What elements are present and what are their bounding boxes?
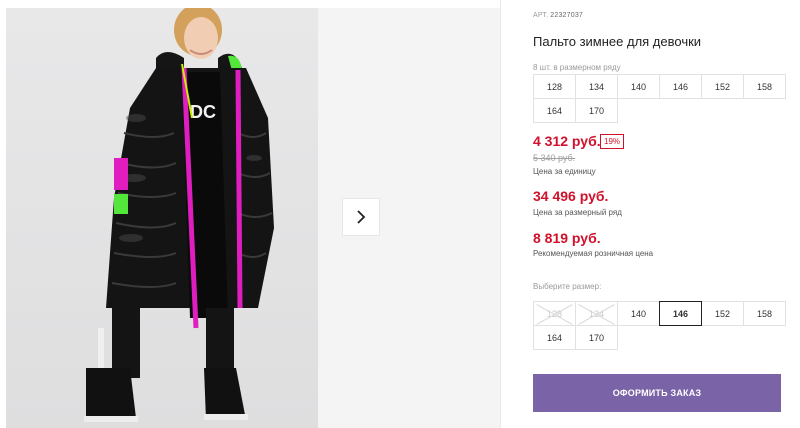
product-page: DC АРТ. 22327037 Пальто зимнее для девоч…: [0, 0, 800, 428]
article-label: АРТ.: [533, 12, 549, 19]
size-option[interactable]: 158: [743, 301, 786, 326]
size-option: 128: [533, 301, 576, 326]
order-button[interactable]: ОФОРМИТЬ ЗАКАЗ: [533, 374, 781, 412]
article-number: 22327037: [550, 12, 584, 19]
size-row-item: 158: [743, 74, 786, 99]
retail-price-label: Рекомендуемая розничная цена: [533, 249, 654, 258]
size-picker: 128 134 140 146 152 158 164 170: [533, 301, 786, 350]
size-option[interactable]: 170: [575, 325, 618, 350]
product-photo: DC: [84, 8, 274, 422]
column-divider: [500, 0, 501, 428]
size-row-item: 146: [659, 74, 702, 99]
size-option: 134: [575, 301, 618, 326]
chevron-right-icon: [357, 210, 366, 224]
size-row-item: 140: [617, 74, 660, 99]
product-image[interactable]: DC: [6, 8, 318, 428]
row-price-label: Цена за размерный ряд: [533, 208, 622, 217]
discount-badge: 19%: [600, 134, 625, 149]
size-option[interactable]: 164: [533, 325, 576, 350]
size-row-grid: 128 134 140 146 152 158 164 170: [533, 74, 786, 123]
old-price: 5 340 руб.: [533, 153, 576, 163]
size-row-caption: 8 шт. в размерном ряду: [533, 63, 621, 72]
row-price: 34 496 руб.: [533, 188, 609, 204]
size-row-item: 170: [575, 98, 618, 123]
size-row-item: 152: [701, 74, 744, 99]
svg-text:DC: DC: [190, 102, 216, 122]
gallery-next-button[interactable]: [342, 198, 380, 236]
product-title: Пальто зимнее для девочки: [533, 34, 702, 49]
unit-price-label: Цена за единицу: [533, 167, 596, 176]
size-option[interactable]: 140: [617, 301, 660, 326]
size-option[interactable]: 152: [701, 301, 744, 326]
size-option-selected[interactable]: 146: [659, 301, 702, 326]
article-line: АРТ. 22327037: [533, 12, 583, 19]
size-row-item: 134: [575, 74, 618, 99]
size-picker-label: Выберите размер:: [533, 282, 602, 291]
retail-price: 8 819 руб.: [533, 230, 601, 246]
size-row-item: 128: [533, 74, 576, 99]
unit-price: 4 312 руб.: [533, 133, 601, 149]
size-row-item: 164: [533, 98, 576, 123]
